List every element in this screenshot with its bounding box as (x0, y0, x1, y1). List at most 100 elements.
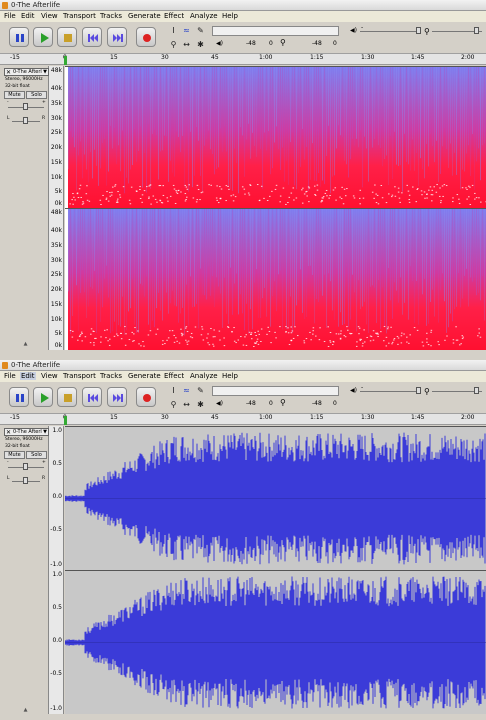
waveform-canvas (64, 432, 486, 565)
ruler-tick: -15 (10, 414, 20, 421)
menu-tracks[interactable]: Tracks (99, 372, 123, 380)
track-name-dropdown[interactable]: ✕ 0-The Afterl ▼ (4, 428, 49, 436)
draw-tool-icon[interactable]: ✎ (195, 385, 206, 396)
solo-button[interactable]: Solo (26, 451, 47, 459)
playback-meter[interactable] (212, 386, 339, 396)
timeshift-tool-icon[interactable]: ↔ (181, 399, 192, 410)
menu-generate[interactable]: Generate (127, 12, 162, 20)
waveform-left-channel[interactable] (64, 426, 486, 570)
menu-file[interactable]: File (3, 372, 17, 380)
record-button[interactable] (136, 387, 156, 407)
axis-label: 10k (50, 316, 62, 323)
menu-help[interactable]: Help (221, 372, 239, 380)
menu-effect[interactable]: Effect (163, 12, 185, 20)
spectrogram-right-channel[interactable] (65, 208, 486, 350)
volume-speaker-icon: ◀) (350, 387, 357, 394)
axis-label: 0.5 (52, 604, 62, 611)
collapse-track-icon[interactable]: ▲ (2, 708, 49, 713)
menu-file[interactable]: File (3, 12, 17, 20)
microphone-icon[interactable]: ⚲ (280, 38, 286, 47)
playback-volume-thumb[interactable] (416, 387, 421, 394)
pause-button[interactable] (9, 27, 29, 47)
menu-view[interactable]: View (40, 372, 59, 380)
stop-icon (64, 394, 72, 402)
track-name: 0-The Afterl (13, 69, 42, 75)
record-mic-icon: ⚲ (424, 27, 430, 36)
menu-view[interactable]: View (40, 12, 59, 20)
menu-transport[interactable]: Transport (62, 12, 97, 20)
menu-analyze[interactable]: Analyze (189, 12, 219, 20)
menu-edit[interactable]: Edit (20, 372, 36, 380)
draw-tool-icon[interactable]: ✎ (195, 25, 206, 36)
toolbar: I ≈ ✎ ⚲ ↔ ✱ ◀) -48 0 ⚲ -48 0 ◀) - ⚲ (0, 382, 486, 414)
playback-volume-thumb[interactable] (416, 27, 421, 34)
skip-end-button[interactable] (107, 27, 127, 47)
menu-effect[interactable]: Effect (163, 372, 185, 380)
menu-tracks[interactable]: Tracks (99, 12, 123, 20)
close-track-icon[interactable]: ✕ (6, 69, 11, 76)
timeline-ruler[interactable]: -15 0 15 30 45 1:00 1:15 1:30 1:45 2:00 (0, 54, 486, 65)
playback-volume-slider[interactable] (360, 391, 418, 392)
pan-thumb[interactable] (23, 477, 28, 484)
speaker-icon[interactable]: ◀) (216, 400, 223, 407)
pause-button[interactable] (9, 387, 29, 407)
speaker-icon[interactable]: ◀) (216, 40, 223, 47)
skip-start-button[interactable] (82, 387, 102, 407)
multi-tool-icon[interactable]: ✱ (195, 399, 206, 410)
spectrogram-left-channel[interactable] (65, 66, 486, 208)
zoom-tool-icon[interactable]: ⚲ (168, 399, 179, 410)
selection-tool-icon[interactable]: I (168, 385, 179, 396)
skip-start-button[interactable] (82, 27, 102, 47)
microphone-icon[interactable]: ⚲ (280, 398, 286, 407)
meter-right-db: -48 (312, 40, 322, 47)
timeline-ruler[interactable]: -15 0 15 30 45 1:00 1:15 1:30 1:45 2:00 (0, 414, 486, 425)
record-volume-thumb[interactable] (474, 27, 479, 34)
selection-tool-icon[interactable]: I (168, 25, 179, 36)
menu-analyze[interactable]: Analyze (189, 372, 219, 380)
menu-transport[interactable]: Transport (62, 372, 97, 380)
envelope-tool-icon[interactable]: ≈ (181, 385, 192, 396)
close-track-icon[interactable]: ✕ (6, 429, 11, 436)
mute-button[interactable]: Mute (4, 451, 25, 459)
axis-label: 48k (50, 209, 62, 216)
ruler-tick: 45 (211, 54, 219, 61)
menu-edit[interactable]: Edit (20, 12, 36, 20)
timeshift-tool-icon[interactable]: ↔ (181, 39, 192, 50)
track-control-panel[interactable]: ✕ 0-The Afterl ▼ Stereo, 96000Hz 32-bit … (2, 426, 49, 714)
record-button[interactable] (136, 27, 156, 47)
collapse-track-icon[interactable]: ▲ (2, 342, 49, 347)
solo-button[interactable]: Solo (26, 91, 47, 99)
gain-thumb[interactable] (23, 103, 28, 110)
zoom-tool-icon[interactable]: ⚲ (168, 39, 179, 50)
play-button[interactable] (33, 387, 53, 407)
playhead-marker[interactable] (64, 416, 67, 425)
skip-end-button[interactable] (107, 387, 127, 407)
mute-button[interactable]: Mute (4, 91, 25, 99)
playback-meter[interactable] (212, 26, 339, 36)
axis-label: 10k (50, 174, 62, 181)
track-control-panel[interactable]: ✕ 0-The Afterl ▼ Stereo, 96000Hz 32-bit … (2, 66, 49, 350)
ruler-tick: 1:00 (259, 54, 273, 61)
play-button[interactable] (33, 27, 53, 47)
menu-generate[interactable]: Generate (127, 372, 162, 380)
spectrogram-canvas (65, 209, 486, 350)
envelope-tool-icon[interactable]: ≈ (181, 25, 192, 36)
pan-thumb[interactable] (23, 117, 28, 124)
record-volume-thumb[interactable] (474, 387, 479, 394)
playhead-marker[interactable] (64, 56, 67, 65)
ruler-tick: 2:00 (461, 54, 475, 61)
record-icon (143, 34, 151, 42)
ruler-tick: 2:00 (461, 414, 475, 421)
audacity-window-spectrogram: 0-The Afterlife File Edit View Transport… (0, 0, 486, 360)
axis-label: 35k (50, 100, 62, 107)
volume-minus: - (361, 24, 364, 31)
track-name-dropdown[interactable]: ✕ 0-The Afterl ▼ (4, 68, 49, 76)
stop-icon (64, 34, 72, 42)
multi-tool-icon[interactable]: ✱ (195, 39, 206, 50)
menu-help[interactable]: Help (221, 12, 239, 20)
waveform-right-channel[interactable] (64, 570, 486, 714)
stop-button[interactable] (57, 387, 77, 407)
playback-volume-slider[interactable] (360, 31, 418, 32)
gain-thumb[interactable] (23, 463, 28, 470)
stop-button[interactable] (57, 27, 77, 47)
